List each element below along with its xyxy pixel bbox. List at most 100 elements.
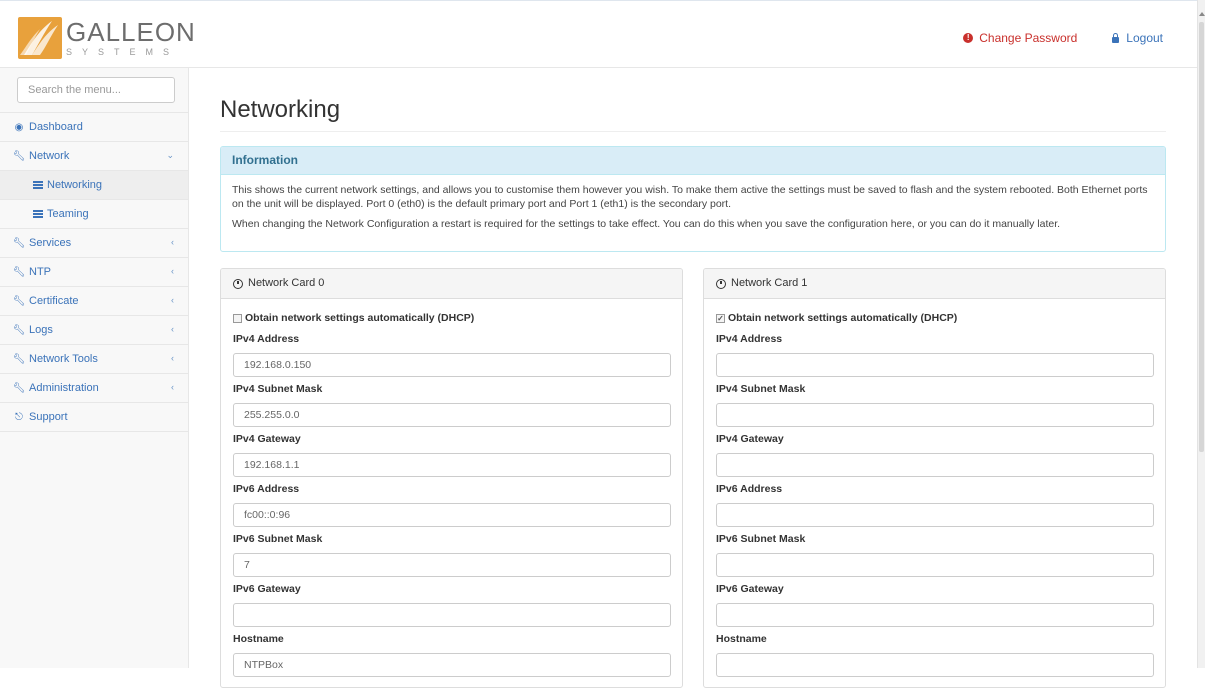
- sidebar-item-services[interactable]: 🔧︎ Services ‹: [0, 229, 188, 258]
- ipv6-gateway-input[interactable]: [233, 603, 671, 627]
- ipv6-gateway-label: IPv6 Gateway: [716, 583, 784, 595]
- card-title: Network Card 1: [731, 277, 808, 289]
- galleon-logo[interactable]: GALLEON SYSTEMS: [18, 17, 196, 59]
- ipv4-subnet-label: IPv4 Subnet Mask: [233, 383, 323, 395]
- ipv6-address-label: IPv6 Address: [716, 483, 783, 495]
- ipv6-subnet-input[interactable]: 7: [233, 553, 671, 577]
- ipv4-gateway-input[interactable]: [716, 453, 1154, 477]
- ipv6-gateway-input[interactable]: [716, 603, 1154, 627]
- sidebar-item-label: Network: [29, 150, 70, 162]
- information-text-1: This shows the current network settings,…: [232, 184, 1148, 210]
- sidebar-item-label: Teaming: [47, 208, 89, 220]
- top-navbar: GALLEON SYSTEMS ! Change Password Logout: [0, 0, 1197, 68]
- wrench-icon: 🔧︎: [12, 295, 26, 307]
- brand-subtitle: SYSTEMS: [66, 47, 180, 57]
- ipv4-subnet-label: IPv4 Subnet Mask: [716, 383, 806, 395]
- list-icon: [33, 210, 43, 218]
- sidebar-item-label: Network Tools: [29, 353, 98, 365]
- change-password-label: Change Password: [979, 31, 1078, 45]
- dhcp-checkbox[interactable]: [233, 313, 242, 323]
- ipv6-address-input[interactable]: [716, 503, 1154, 527]
- ipv4-subnet-input[interactable]: 255.255.0.0: [233, 403, 671, 427]
- chevron-down-icon: ⌄: [166, 150, 174, 160]
- sidebar-item-network[interactable]: 🔧︎ Network ⌄: [0, 142, 188, 171]
- logout-label: Logout: [1126, 31, 1163, 45]
- hostname-label: Hostname: [716, 633, 767, 645]
- title-divider: [220, 131, 1166, 132]
- dhcp-checkbox[interactable]: ✓: [716, 313, 725, 323]
- card-title: Network Card 0: [248, 277, 325, 289]
- galleon-logo-mark: [18, 17, 62, 59]
- menu-search-input[interactable]: Search the menu...: [17, 77, 175, 103]
- sidebar-item-label: Support: [29, 411, 68, 423]
- network-card-1-panel: Network Card 1 ✓ Obtain network settings…: [703, 268, 1166, 688]
- clock-icon: [233, 278, 243, 289]
- sidebar-item-ntp[interactable]: 🔧︎ NTP ‹: [0, 258, 188, 287]
- wrench-icon: 🔧︎: [12, 353, 26, 365]
- dhcp-label: Obtain network settings automatically (D…: [728, 312, 958, 324]
- sidebar-item-label: Logs: [29, 324, 53, 336]
- card-header: Network Card 0: [221, 269, 682, 299]
- sidebar-item-certificate[interactable]: 🔧︎ Certificate ‹: [0, 287, 188, 316]
- sidebar-item-administration[interactable]: 🔧︎ Administration ‹: [0, 374, 188, 403]
- sidebar-item-support[interactable]: ⎋ Support: [0, 403, 188, 432]
- page-title: Networking: [220, 96, 341, 123]
- hostname-input[interactable]: NTPBox: [233, 653, 671, 677]
- change-password-link[interactable]: ! Change Password: [963, 31, 1077, 45]
- scroll-up-arrow-icon[interactable]: [1199, 12, 1205, 16]
- dhcp-checkbox-row[interactable]: ✓ Obtain network settings automatically …: [716, 309, 1153, 327]
- wrench-icon: 🔧︎: [12, 237, 26, 249]
- wrench-icon: 🔧︎: [12, 324, 26, 336]
- brand-name: GALLEON: [66, 17, 196, 47]
- sidebar-item-label: Certificate: [29, 295, 79, 307]
- ipv4-address-label: IPv4 Address: [233, 333, 300, 345]
- ipv4-gateway-label: IPv4 Gateway: [716, 433, 784, 445]
- clock-icon: [716, 278, 726, 289]
- ipv4-subnet-input[interactable]: [716, 403, 1154, 427]
- ipv4-gateway-label: IPv4 Gateway: [233, 433, 301, 445]
- card-header: Network Card 1: [704, 269, 1165, 299]
- sidebar-item-logs[interactable]: 🔧︎ Logs ‹: [0, 316, 188, 345]
- network-card-0-panel: Network Card 0 Obtain network settings a…: [220, 268, 683, 688]
- logout-link[interactable]: Logout: [1111, 31, 1163, 45]
- ipv4-address-input[interactable]: 192.168.0.150: [233, 353, 671, 377]
- sidebar-item-label: Services: [29, 237, 72, 249]
- hostname-input[interactable]: [716, 653, 1154, 677]
- ipv6-address-input[interactable]: fc00::0:96: [233, 503, 671, 527]
- ipv4-address-input[interactable]: [716, 353, 1154, 377]
- sidebar-item-label: Administration: [29, 382, 99, 394]
- chevron-left-icon: ‹: [171, 237, 174, 247]
- information-text-2: When changing the Network Configuration …: [232, 218, 1061, 230]
- sidebar-item-label: NTP: [29, 266, 51, 278]
- list-icon: [33, 181, 43, 189]
- sidebar-item-teaming[interactable]: Teaming: [0, 200, 188, 229]
- information-heading: Information: [221, 147, 1165, 175]
- hostname-label: Hostname: [233, 633, 284, 645]
- sidebar-item-label: Networking: [47, 179, 103, 191]
- dhcp-checkbox-row[interactable]: Obtain network settings automatically (D…: [233, 309, 670, 327]
- scrollbar-thumb[interactable]: [1199, 22, 1204, 452]
- page-scrollbar[interactable]: [1197, 0, 1205, 668]
- sidebar: Search the menu... ◉ Dashboard 🔧︎ Networ…: [0, 68, 189, 668]
- sidebar-item-network-tools[interactable]: 🔧︎ Network Tools ‹: [0, 345, 188, 374]
- sidebar-item-dashboard[interactable]: ◉ Dashboard: [0, 113, 188, 142]
- ipv6-gateway-label: IPv6 Gateway: [233, 583, 301, 595]
- sidebar-item-label: Dashboard: [29, 121, 83, 133]
- dashboard-icon: ◉: [14, 121, 24, 133]
- ipv4-address-label: IPv4 Address: [716, 333, 783, 345]
- main-content: Networking Information This shows the cu…: [189, 68, 1197, 688]
- chevron-left-icon: ‹: [171, 324, 174, 334]
- chevron-left-icon: ‹: [171, 295, 174, 305]
- sidebar-item-networking[interactable]: Networking: [0, 171, 188, 200]
- exclamation-icon: !: [963, 33, 974, 43]
- chevron-left-icon: ‹: [171, 353, 174, 363]
- ipv6-subnet-input[interactable]: [716, 553, 1154, 577]
- lock-icon: [1111, 33, 1120, 43]
- information-panel: Information This shows the current netwo…: [220, 146, 1166, 252]
- ipv4-gateway-input[interactable]: 192.168.1.1: [233, 453, 671, 477]
- chevron-left-icon: ‹: [171, 266, 174, 276]
- wrench-icon: 🔧︎: [12, 266, 26, 278]
- ipv6-subnet-label: IPv6 Subnet Mask: [233, 533, 323, 545]
- ipv6-address-label: IPv6 Address: [233, 483, 300, 495]
- wrench-icon: 🔧︎: [12, 150, 26, 162]
